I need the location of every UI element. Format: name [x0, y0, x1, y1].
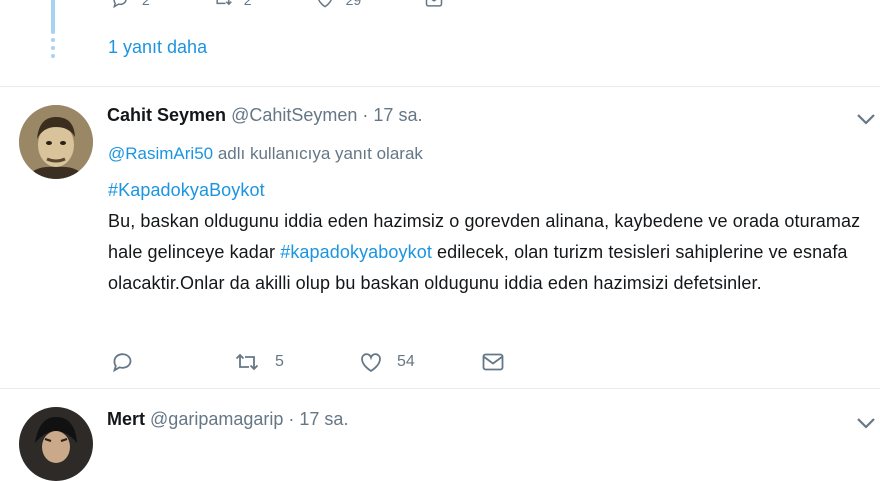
- hashtag-inline-link[interactable]: #kapadokyaboykot: [280, 242, 432, 262]
- like-icon: [361, 353, 381, 373]
- tweet-timestamp[interactable]: 17 sa.: [373, 105, 422, 125]
- reply-context-text: adlı kullanıcıya yanıt olarak: [213, 144, 423, 163]
- thread-dots: [49, 38, 57, 64]
- tweet-actions: 5 54: [111, 350, 505, 374]
- like-count: 54: [397, 353, 415, 370]
- retweet-count: 5: [275, 353, 284, 370]
- avatar[interactable]: [19, 105, 93, 179]
- like-icon: [317, 0, 332, 8]
- chevron-down-icon[interactable]: [855, 112, 877, 126]
- message-icon: [482, 353, 504, 371]
- reply-count: 2: [142, 0, 150, 8]
- avatar-image: [19, 407, 93, 481]
- tweet-text: #KapadokyaBoykot Bu, baskan oldugunu idd…: [108, 175, 868, 299]
- tweet-body: Bu, baskan oldugunu iddia eden hazimsiz …: [108, 206, 868, 299]
- hashtag-link[interactable]: #KapadokyaBoykot: [108, 180, 265, 200]
- thread-line: [51, 0, 55, 34]
- retweet-icon: [216, 0, 232, 6]
- author-name[interactable]: Mert: [107, 409, 145, 429]
- reply-button[interactable]: [111, 350, 233, 374]
- reply-button[interactable]: 2: [110, 0, 150, 10]
- divider: [0, 86, 880, 87]
- more-replies-link[interactable]: 1 yanıt daha: [108, 37, 207, 58]
- divider: [0, 388, 880, 389]
- reply-context: @RasimAri50 adlı kullanıcıya yanıt olara…: [108, 144, 423, 164]
- header-separator: ·: [288, 409, 295, 429]
- reply-mention-link[interactable]: @RasimAri50: [108, 144, 213, 163]
- like-count: 29: [345, 0, 362, 8]
- reply-icon: [112, 353, 132, 373]
- next-tweet-header: Mert @garipamagarip · 17 sa.: [107, 409, 348, 430]
- author-handle[interactable]: @garipamagarip: [150, 409, 283, 429]
- top-tweet-actions: 2 2 29: [110, 0, 507, 10]
- avatar[interactable]: [19, 407, 93, 481]
- retweet-button[interactable]: 2: [212, 0, 252, 10]
- message-button[interactable]: [481, 350, 505, 374]
- avatar-image: [19, 105, 93, 179]
- like-button[interactable]: 29: [314, 0, 362, 10]
- author-name[interactable]: Cahit Seymen: [107, 105, 226, 125]
- retweet-count: 2: [243, 0, 252, 8]
- reply-icon: [113, 0, 127, 9]
- header-separator: ·: [362, 105, 369, 125]
- message-icon: [425, 0, 443, 7]
- tweet-header: Cahit Seymen @CahitSeymen · 17 sa.: [107, 105, 422, 126]
- message-button[interactable]: [423, 0, 445, 10]
- chevron-down-icon[interactable]: [855, 416, 877, 430]
- tweet-timestamp[interactable]: 17 sa.: [299, 409, 348, 429]
- author-handle[interactable]: @CahitSeymen: [231, 105, 357, 125]
- retweet-icon: [235, 353, 259, 371]
- retweet-button[interactable]: 5: [233, 350, 359, 374]
- like-button[interactable]: 54: [359, 350, 481, 374]
